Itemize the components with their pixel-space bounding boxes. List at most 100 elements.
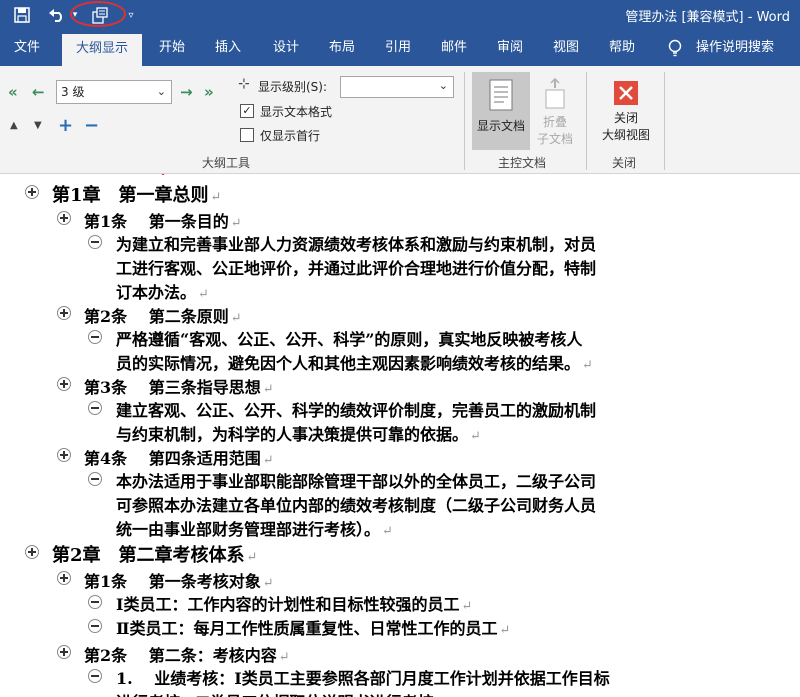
outline-heading-2: 第2条 第二条原则 ↵ — [84, 303, 242, 327]
outline-heading-1: 第2章 第二章考核体系 ↵ — [52, 541, 257, 567]
body-text-symbol-icon[interactable] — [88, 595, 102, 609]
tab-home[interactable]: 开始 — [148, 30, 196, 66]
tab-insert[interactable]: 插入 — [204, 30, 252, 66]
body-text: 员的实际情况，避免因个人和其他主观因素影响绩效考核的结果。 — [116, 354, 581, 373]
ribbon-separator — [464, 72, 465, 170]
lightbulb-icon — [668, 39, 682, 57]
paragraph-mark: ↵ — [582, 358, 593, 373]
body-text-line: 与约束机制，为科学的人事决策提供可靠的依据。 ↵ — [116, 421, 481, 445]
close-outline-view-button[interactable]: 关闭 大纲视图 — [594, 72, 658, 150]
promote-to-heading1-icon[interactable]: « — [8, 84, 18, 100]
paragraph-mark: ↵ — [262, 453, 274, 468]
collapse-subdocuments-button[interactable]: 折叠 子文档 — [532, 72, 578, 150]
outline-heading-2: 第1条 第一条考核对象 ↵ — [84, 568, 274, 592]
tab-design[interactable]: 设计 — [262, 30, 310, 66]
body-text-line: 工进行客观、公正地评价，并通过此评价合理地进行价值分配，特制 — [116, 259, 597, 278]
body-text-symbol-icon[interactable] — [88, 330, 102, 344]
body-text-line: 员的实际情况，避免因个人和其他主观因素影响绩效考核的结果。 ↵ — [116, 350, 593, 374]
expand-symbol-icon[interactable] — [25, 545, 39, 559]
body-text-symbol-icon[interactable] — [88, 669, 102, 683]
collapse-subdocuments-icon — [545, 77, 565, 109]
tab-layout[interactable]: 布局 — [318, 30, 366, 66]
outline-level-value: 3 级 — [61, 85, 85, 99]
body-text-symbol-icon[interactable] — [88, 401, 102, 415]
save-icon[interactable] — [8, 0, 36, 30]
expand-symbol-icon[interactable] — [57, 645, 71, 659]
window-title: 管理办法 [兼容模式] - Word — [625, 10, 790, 25]
tab-file[interactable]: 文件 — [0, 30, 54, 66]
chevron-down-icon: ⌄ — [156, 85, 166, 98]
body-text-symbol-icon[interactable] — [88, 619, 102, 633]
body-text: 统一由事业部财务管理部进行考核）。 — [116, 520, 381, 539]
expand-icon[interactable]: + — [58, 117, 73, 135]
body-text-symbol-icon[interactable] — [88, 472, 102, 486]
body-text-line: 统一由事业部财务管理部进行考核）。 ↵ — [116, 516, 393, 540]
show-level-icon: ⊹ — [238, 76, 250, 92]
heading-text: 第2条 第二条：考核内容 — [84, 646, 277, 665]
undo-icon[interactable] — [44, 0, 70, 30]
tab-references[interactable]: 引用 — [374, 30, 422, 66]
paragraph-mark: ↵ — [470, 429, 481, 444]
tell-me-label: 操作说明搜索 — [696, 40, 775, 55]
show-text-format-checkbox[interactable]: ✓ — [240, 104, 254, 118]
move-up-icon[interactable]: ▲ — [10, 120, 18, 131]
expand-symbol-icon[interactable] — [57, 448, 71, 462]
tab-outline[interactable]: 大纲显示 — [62, 34, 142, 66]
paragraph-mark: ↵ — [210, 190, 222, 205]
body-text-line: 可参照本办法建立各单位内部的绩效考核制度（二级子公司财务人员 — [116, 496, 597, 515]
body-text-symbol-icon[interactable] — [88, 235, 102, 249]
demote-icon[interactable]: → — [180, 84, 193, 100]
heading-text: 第1条 第一条考核对象 — [84, 572, 261, 591]
customize-quick-access-icon[interactable]: ▿ — [124, 0, 138, 30]
outline-heading-1: 第1章 第一章总则 ↵ — [52, 181, 221, 207]
close-label-1: 关闭 — [613, 111, 638, 125]
body-text-line: 本办法适用于事业部职能部除管理干部以外的全体员工，二级子公司 — [116, 472, 597, 491]
paragraph-mark: ↵ — [499, 623, 511, 638]
body-text: 订本办法。 — [116, 283, 197, 302]
show-first-line-checkbox[interactable] — [240, 128, 254, 142]
outline-heading-2: 第4条 第四条适用范围 ↵ — [84, 445, 274, 469]
outline-level-select[interactable]: 3 级 ⌄ — [56, 80, 172, 104]
tab-mailings[interactable]: 邮件 — [430, 30, 478, 66]
body-text-line: 建立客观、公正、公开、科学的绩效评价制度，完善员工的激励机制 — [116, 401, 597, 420]
expand-symbol-icon[interactable] — [57, 571, 71, 585]
body-text-line: 为建立和完善事业部人力资源绩效考核体系和激励与约束机制，对员 — [116, 235, 597, 254]
collapse-label-2: 子文档 — [536, 132, 573, 146]
show-level-select[interactable]: ⌄ — [340, 76, 454, 98]
body-text-line: Ⅱ类员工：每月工作性质属重复性、日常性工作的员工 ↵ — [116, 615, 510, 639]
body-text-line: 1. 业绩考核：Ⅰ类员工主要参照各部门月度工作计划并依据工作目标 — [116, 669, 610, 688]
body-text: 与约束机制，为科学的人事决策提供可靠的依据。 — [116, 425, 469, 444]
show-document-button[interactable]: 显示文档 — [472, 72, 530, 150]
show-document-label: 显示文档 — [476, 119, 525, 133]
annotation-circle — [70, 1, 126, 27]
tab-review[interactable]: 审阅 — [486, 30, 534, 66]
body-text-line: Ⅰ类员工：工作内容的计划性和目标性较强的员工 ↵ — [116, 591, 472, 615]
expand-symbol-icon[interactable] — [25, 185, 39, 199]
close-label-2: 大纲视图 — [601, 128, 650, 142]
group-label-outline-tools: 大纲工具 — [202, 156, 251, 170]
close-icon — [614, 81, 638, 105]
paragraph-mark: ↵ — [230, 311, 242, 326]
document-area[interactable]: 第1章 第一章总则 ↵ 第1条 第一条目的 ↵ 为建立和完善事业部人力资源绩效考核体… — [0, 175, 800, 697]
paragraph-mark: ↵ — [246, 550, 258, 565]
show-document-icon — [489, 79, 513, 111]
outline-heading-2: 第1条 第一条目的 ↵ — [84, 208, 242, 232]
title-bar: ▾ ▿ 管理办法 [兼容模式] - Word — [0, 0, 800, 30]
body-text-line: 进行考核，Ⅱ类员工依据职位说明书进行考核。 — [116, 689, 450, 697]
expand-symbol-icon[interactable] — [57, 377, 71, 391]
tab-help[interactable]: 帮助 — [598, 30, 646, 66]
ribbon-tabs: 文件 大纲显示 开始 插入 设计 布局 引用 邮件 审阅 视图 帮助 操作说明搜… — [0, 30, 800, 66]
collapse-label-1: 折叠 — [542, 115, 567, 129]
promote-icon[interactable]: ← — [32, 84, 45, 100]
tab-view[interactable]: 视图 — [542, 30, 590, 66]
heading-text: 第3条 第三条指导思想 — [84, 378, 261, 397]
demote-to-body-icon[interactable]: » — [204, 84, 214, 100]
body-text: Ⅰ类员工：工作内容的计划性和目标性较强的员工 — [116, 595, 460, 614]
move-down-icon[interactable]: ▼ — [34, 120, 42, 131]
expand-symbol-icon[interactable] — [57, 211, 71, 225]
expand-symbol-icon[interactable] — [57, 306, 71, 320]
show-text-format-label: 显示文本格式 — [260, 105, 333, 119]
heading-text: 第1章 第一章总则 — [52, 185, 209, 206]
collapse-icon[interactable]: − — [84, 117, 99, 135]
paragraph-mark: ↵ — [278, 650, 290, 665]
